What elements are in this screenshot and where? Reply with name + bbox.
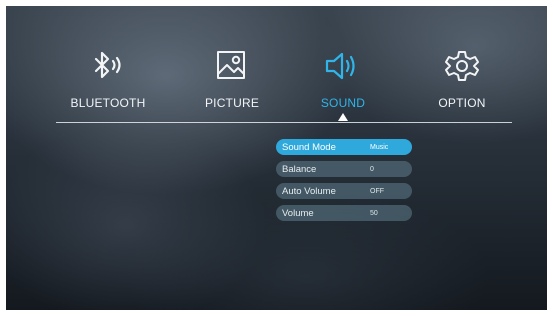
tab-picture-label: PICTURE	[204, 96, 260, 110]
menu-item-value: 0	[370, 165, 374, 173]
gear-icon	[412, 48, 512, 84]
menu-item-value: 50	[370, 209, 378, 217]
sound-menu: Sound Mode Music Balance 0 Auto Volume O…	[276, 139, 412, 227]
tab-option[interactable]: OPTION	[412, 48, 512, 110]
tab-sound[interactable]: SOUND	[293, 48, 393, 110]
menu-item-label: Volume	[282, 207, 314, 219]
menu-item-auto-volume[interactable]: Auto Volume OFF	[276, 183, 412, 199]
tab-bluetooth[interactable]: BLUETOOTH	[58, 48, 158, 110]
tab-sound-label: SOUND	[320, 96, 366, 110]
menu-item-value: Music	[370, 143, 389, 151]
bluetooth-icon	[58, 48, 158, 84]
tab-picture[interactable]: PICTURE	[182, 48, 282, 110]
menu-item-volume[interactable]: Volume 50	[276, 205, 412, 221]
active-tab-pointer	[338, 113, 348, 121]
tab-divider	[56, 122, 512, 123]
menu-item-value: OFF	[370, 187, 384, 195]
tab-bluetooth-label: BLUETOOTH	[70, 96, 146, 110]
menu-item-sound-mode[interactable]: Sound Mode Music	[276, 139, 412, 155]
menu-item-label: Balance	[282, 163, 317, 175]
tab-option-label: OPTION	[438, 96, 486, 110]
menu-item-label: Sound Mode	[282, 141, 336, 153]
menu-item-balance[interactable]: Balance 0	[276, 161, 412, 177]
menu-item-label: Auto Volume	[282, 185, 336, 197]
picture-icon	[182, 48, 282, 84]
tv-screen: BLUETOOTH PICTURE SOUND OPTION Sound Mod…	[6, 6, 547, 310]
speaker-icon	[293, 48, 393, 84]
